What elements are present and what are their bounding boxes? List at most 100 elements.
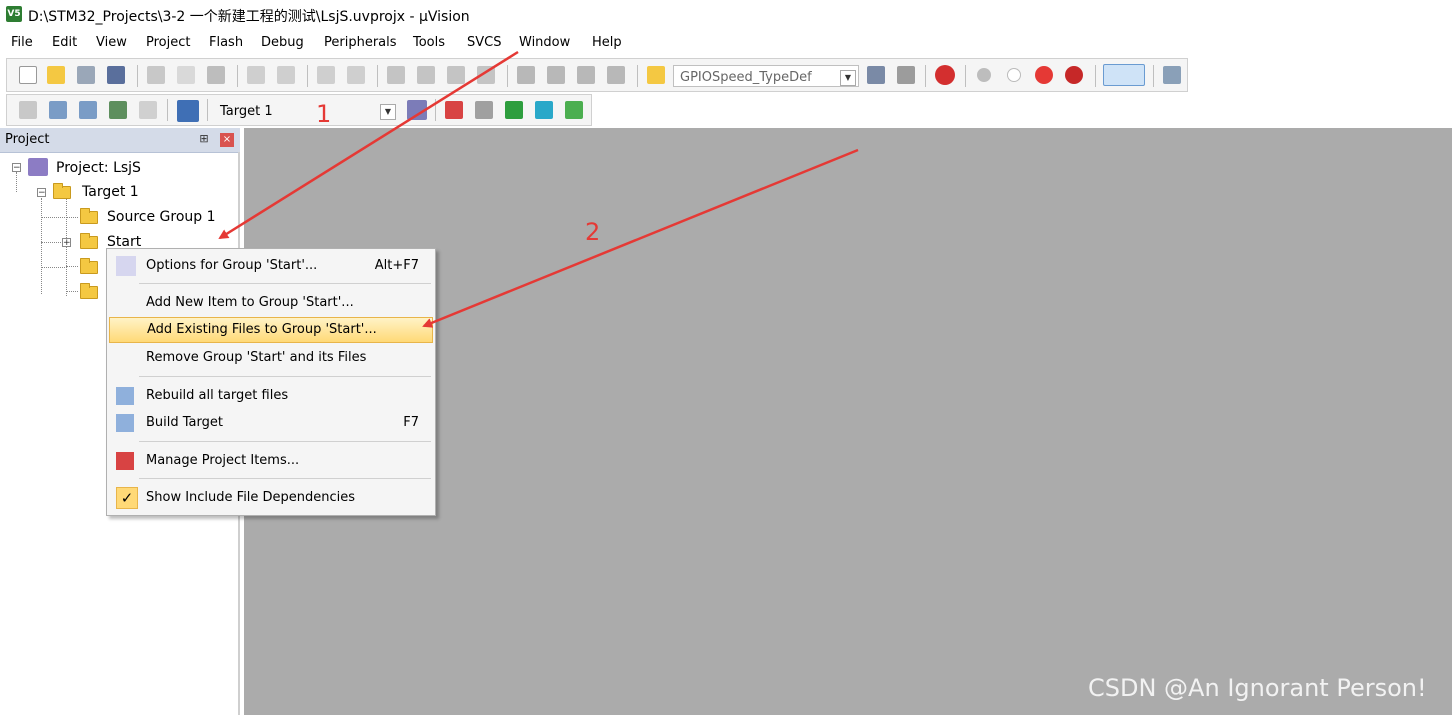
annotation-label-2: 2 (585, 218, 601, 246)
options-for-target-icon[interactable] (407, 100, 427, 120)
open-folder-icon[interactable] (47, 66, 65, 84)
find-combo[interactable]: GPIOSpeed_TypeDef ▼ (673, 65, 859, 87)
main-toolbar: GPIOSpeed_TypeDef ▼ (6, 58, 1188, 92)
menu-item-show-include-dependencies[interactable]: ✓ Show Include File Dependencies (109, 485, 433, 511)
paste-icon[interactable] (207, 66, 225, 84)
indent-icon[interactable] (517, 66, 535, 84)
menu-peripherals[interactable]: Peripherals (324, 35, 397, 50)
unindent-icon[interactable] (547, 66, 565, 84)
stop-build-icon[interactable] (139, 101, 157, 119)
copy-icon[interactable] (177, 66, 195, 84)
menu-item-label: Build Target (146, 415, 223, 430)
menu-debug[interactable]: Debug (261, 35, 304, 50)
menu-item-remove-group[interactable]: Remove Group 'Start' and its Files (109, 345, 433, 371)
menu-item-add-existing-files[interactable]: Add Existing Files to Group 'Start'... (109, 317, 433, 343)
project-panel-header: Project ⊞ × (0, 128, 240, 153)
menu-file[interactable]: File (11, 35, 33, 50)
build-icon (116, 414, 134, 432)
select-packs-icon[interactable] (475, 101, 493, 119)
manage-items-icon (116, 452, 134, 470)
menu-tools[interactable]: Tools (413, 35, 445, 50)
collapse-project-toggle[interactable]: − (12, 163, 21, 173)
menu-item-manage-project-items[interactable]: Manage Project Items... (109, 448, 433, 474)
menu-help[interactable]: Help (592, 35, 622, 50)
tree-line (41, 198, 42, 294)
menu-separator (139, 283, 431, 284)
chevron-down-icon[interactable]: ▼ (840, 70, 856, 86)
uncomment-icon[interactable] (607, 66, 625, 84)
tree-line (66, 291, 78, 292)
navigate-back-icon[interactable] (317, 66, 335, 84)
tree-line (66, 266, 78, 267)
batch-build-icon[interactable] (109, 101, 127, 119)
toolbar-separator (637, 65, 638, 87)
title-bar: V5 D:\STM32_Projects\3-2 一个新建工程的测试\LsjS.… (0, 0, 1452, 30)
menu-project[interactable]: Project (146, 35, 190, 50)
menu-view[interactable]: View (96, 35, 127, 50)
clear-bookmarks-icon[interactable] (477, 66, 495, 84)
pack-installer-icon[interactable] (535, 101, 553, 119)
menu-window[interactable]: Window (519, 35, 570, 50)
download-load-icon[interactable] (177, 100, 199, 122)
collapse-target-toggle[interactable]: − (37, 188, 46, 198)
target-combo[interactable]: Target 1 ▼ (213, 99, 399, 121)
incremental-find-icon[interactable] (897, 66, 915, 84)
uvision-app-icon: V5 (6, 6, 22, 22)
toolbar-separator (377, 65, 378, 87)
checkmark-icon: ✓ (116, 487, 138, 509)
disable-breakpoint-icon[interactable] (1007, 68, 1021, 82)
manage-rte-icon[interactable] (505, 101, 523, 119)
toolbar-separator (167, 99, 168, 121)
comment-icon[interactable] (577, 66, 595, 84)
tree-project-root[interactable]: Project: LsjS (56, 160, 141, 176)
redo-icon[interactable] (277, 66, 295, 84)
expand-start-toggle[interactable]: + (62, 238, 71, 248)
menu-item-rebuild-all[interactable]: Rebuild all target files (109, 383, 433, 409)
menu-item-options-for-group[interactable]: Options for Group 'Start'... Alt+F7 (109, 253, 433, 279)
debug-session-icon[interactable] (935, 65, 955, 85)
new-file-icon[interactable] (19, 66, 37, 84)
find-in-files-icon[interactable] (647, 66, 665, 84)
configure-wrench-icon[interactable] (1163, 66, 1181, 84)
save-all-icon[interactable] (107, 66, 125, 84)
menu-flash[interactable]: Flash (209, 35, 243, 50)
build-icon[interactable] (49, 101, 67, 119)
menu-item-build-target[interactable]: Build Target F7 (109, 410, 433, 436)
find-icon[interactable] (867, 66, 885, 84)
tree-line (41, 267, 67, 268)
toolbar-separator (965, 65, 966, 87)
tree-group-source-group-1[interactable]: Source Group 1 (107, 209, 216, 225)
chevron-down-icon[interactable]: ▼ (380, 104, 396, 120)
disable-all-breakpoints-icon[interactable] (1035, 66, 1053, 84)
translate-icon[interactable] (19, 101, 37, 119)
close-icon[interactable]: × (220, 133, 234, 147)
window-layout-dropdown-icon[interactable] (1103, 64, 1145, 86)
menu-edit[interactable]: Edit (52, 35, 77, 50)
save-icon[interactable] (77, 66, 95, 84)
menu-item-add-new-item[interactable]: Add New Item to Group 'Start'... (109, 290, 433, 316)
project-panel-title: Project (5, 132, 50, 147)
event-recorder-icon[interactable] (565, 101, 583, 119)
menu-item-label: Manage Project Items... (146, 453, 300, 468)
prev-bookmark-icon[interactable] (417, 66, 435, 84)
navigate-forward-icon[interactable] (347, 66, 365, 84)
tree-line (41, 217, 67, 218)
menu-svcs[interactable]: SVCS (467, 35, 501, 50)
menu-separator (139, 376, 431, 377)
rebuild-icon[interactable] (79, 101, 97, 119)
menu-item-label: Remove Group 'Start' and its Files (146, 350, 367, 365)
pin-icon[interactable]: ⊞ (198, 133, 210, 145)
undo-icon[interactable] (247, 66, 265, 84)
menu-item-label: Add New Item to Group 'Start'... (146, 295, 354, 310)
breakpoint-icon[interactable] (977, 68, 991, 82)
next-bookmark-icon[interactable] (447, 66, 465, 84)
cut-icon[interactable] (147, 66, 165, 84)
menu-bar: File Edit View Project Flash Debug Perip… (0, 31, 1452, 55)
kill-all-breakpoints-icon[interactable] (1065, 66, 1083, 84)
bookmark-icon[interactable] (387, 66, 405, 84)
menu-item-label: Options for Group 'Start'... (146, 258, 318, 273)
manage-project-items-icon[interactable] (445, 101, 463, 119)
group-folder-icon (80, 258, 98, 274)
tree-target[interactable]: Target 1 (82, 184, 139, 200)
rebuild-icon (116, 387, 134, 405)
